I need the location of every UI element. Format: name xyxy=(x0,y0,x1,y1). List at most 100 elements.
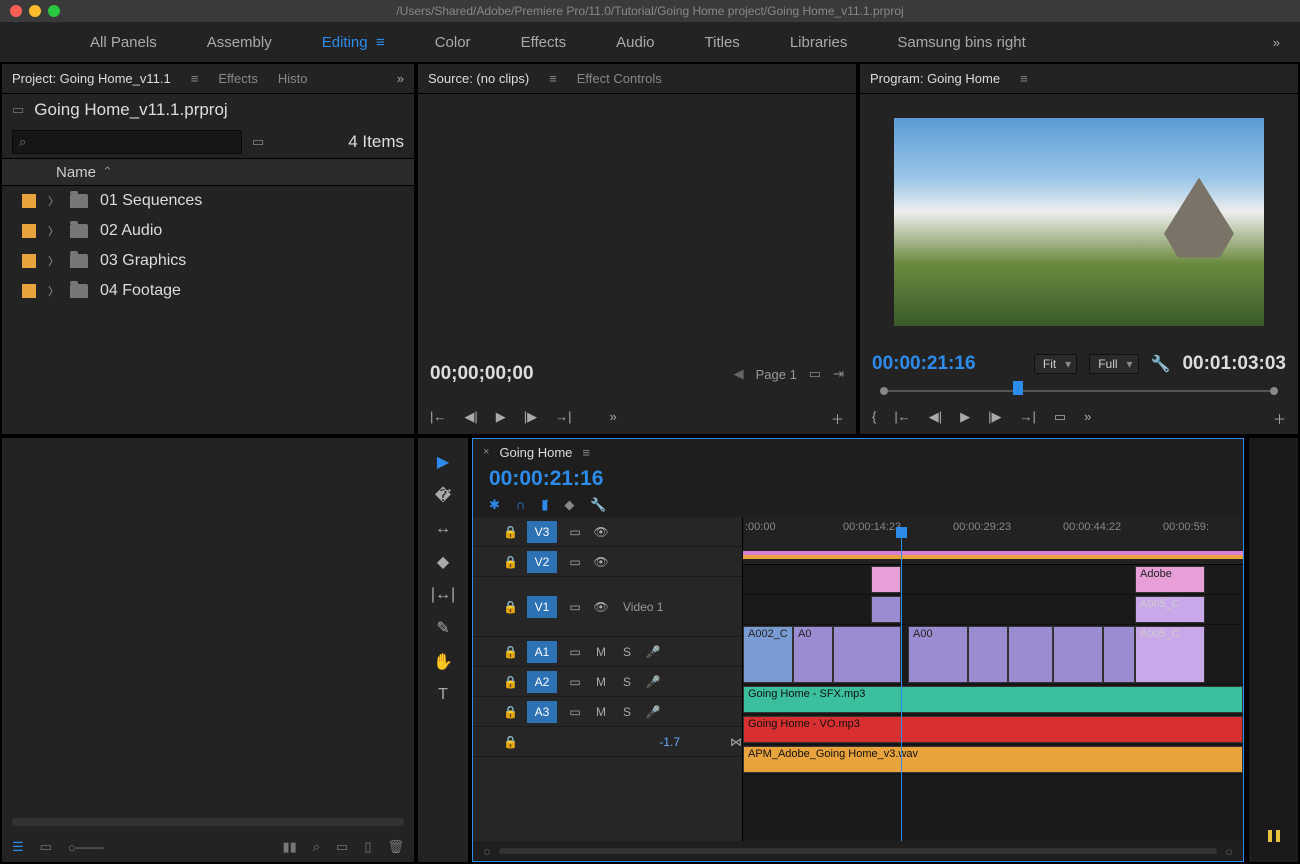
step-back-button[interactable]: ◀| xyxy=(464,409,477,428)
selection-tool[interactable]: ▶ xyxy=(437,452,449,472)
linked-selection-button[interactable]: ∩ xyxy=(516,497,525,513)
lock-icon[interactable]: 🔒 xyxy=(503,735,517,749)
list-view-button[interactable]: ☰ xyxy=(12,839,24,855)
eye-icon[interactable]: 👁 xyxy=(593,600,609,614)
video-track-header[interactable]: 🔒 V1 ▭ 👁 Video 1 xyxy=(473,577,742,637)
column-header-row[interactable]: Name ⌃ xyxy=(2,158,414,186)
workspace-titles[interactable]: Titles xyxy=(705,34,740,51)
track-label[interactable]: A3 xyxy=(527,701,557,723)
timeline-timecode[interactable]: 00:00:21:16 xyxy=(473,465,1243,493)
mic-icon[interactable]: 🎤 xyxy=(645,675,661,689)
tab-overflow-button[interactable]: » xyxy=(397,71,404,86)
more-button[interactable]: » xyxy=(1084,409,1091,428)
step-forward-button[interactable]: |▶ xyxy=(524,409,537,428)
track-lane-a1[interactable]: Going Home - SFX.mp3 xyxy=(743,685,1243,715)
chevron-right-icon[interactable]: 〉 xyxy=(48,283,58,299)
chevron-right-icon[interactable]: 〉 xyxy=(48,223,58,239)
chevron-right-icon[interactable]: 〉 xyxy=(48,193,58,209)
audio-track-header[interactable]: 🔒 A2 ▭ M S 🎤 xyxy=(473,667,742,697)
clip[interactable]: A005_C xyxy=(1135,626,1205,683)
pen-tool[interactable]: ✎ xyxy=(436,618,449,638)
program-timecode-in[interactable]: 00:00:21:16 xyxy=(872,353,976,375)
sort-icon[interactable]: ▮▮ xyxy=(282,839,296,855)
zoom-in-handle[interactable]: ○ xyxy=(1225,844,1233,859)
audio-track-header[interactable]: 🔒 A3 ▭ M S 🎤 xyxy=(473,697,742,727)
effects-tab[interactable]: Effects xyxy=(218,71,258,86)
clip[interactable]: A0 xyxy=(793,626,833,683)
mute-button[interactable]: M xyxy=(593,705,609,719)
bin-row[interactable]: 〉 04 Footage xyxy=(2,276,414,306)
lift-button[interactable]: ▭ xyxy=(1054,409,1066,428)
project-scrollbar[interactable] xyxy=(12,818,404,826)
slip-tool[interactable]: |↔| xyxy=(431,586,455,604)
clip[interactable]: A002_C xyxy=(743,626,793,683)
mic-icon[interactable]: 🎤 xyxy=(645,645,661,659)
lock-icon[interactable]: 🔒 xyxy=(503,555,517,569)
panel-menu-icon[interactable]: ≡ xyxy=(549,71,557,86)
sync-lock-icon[interactable]: ▭ xyxy=(567,645,583,659)
mark-in-button[interactable]: |← xyxy=(430,409,446,428)
settings-icon[interactable]: 🔧 xyxy=(1151,354,1171,374)
panel-menu-icon[interactable]: ≡ xyxy=(191,71,199,86)
workspace-samsung[interactable]: Samsung bins right xyxy=(897,34,1025,51)
clip[interactable]: Going Home - VO.mp3 xyxy=(743,716,1243,743)
clip[interactable]: Adobe xyxy=(1135,566,1205,593)
timeline-tracks[interactable]: :00:00 00:00:14:23 00:00:29:23 00:00:44:… xyxy=(743,517,1243,841)
track-lane-v2[interactable]: A005_C xyxy=(743,595,1243,625)
export-frame-button[interactable]: ＋ xyxy=(1273,409,1286,428)
new-bin-button[interactable]: ▭ xyxy=(336,839,348,855)
workspace-assembly[interactable]: Assembly xyxy=(207,34,272,51)
timeline-settings-icon[interactable]: 🔧 xyxy=(590,497,606,513)
project-tab[interactable]: Project: Going Home_v11.1 xyxy=(12,71,171,86)
bin-row[interactable]: 〉 01 Sequences xyxy=(2,186,414,216)
track-select-tool[interactable]: �⃗ xyxy=(435,486,451,506)
play-button[interactable]: ▶ xyxy=(496,409,506,428)
clip[interactable]: A00 xyxy=(908,626,968,683)
clip[interactable] xyxy=(871,596,901,623)
mark-out-button[interactable]: →| xyxy=(555,409,571,428)
solo-button[interactable]: S xyxy=(619,645,635,659)
timeline-zoom-scrollbar[interactable] xyxy=(499,848,1217,854)
track-lane-a2[interactable]: Going Home - VO.mp3 xyxy=(743,715,1243,745)
trash-button[interactable]: 🗑 xyxy=(387,839,404,855)
marker-icon[interactable]: ◆ xyxy=(564,497,574,513)
clip[interactable]: APM_Adobe_Going Home_v3.wav xyxy=(743,746,1243,773)
clip[interactable]: Going Home - SFX.mp3 xyxy=(743,686,1243,713)
icon-view-button[interactable]: ▭ xyxy=(40,839,52,855)
razor-tool[interactable]: ◆ xyxy=(437,552,449,572)
zoom-slider[interactable]: ○─── xyxy=(68,840,103,855)
bin-row[interactable]: 〉 03 Graphics xyxy=(2,246,414,276)
program-tab[interactable]: Program: Going Home xyxy=(870,71,1000,86)
sync-lock-icon[interactable]: ▭ xyxy=(567,705,583,719)
history-tab[interactable]: Histo xyxy=(278,71,308,86)
chevron-right-icon[interactable]: 〉 xyxy=(48,253,58,269)
name-column[interactable]: Name xyxy=(56,164,96,181)
video-track-header[interactable]: 🔒 V3 ▭ 👁 xyxy=(473,517,742,547)
clip[interactable] xyxy=(1053,626,1103,683)
next-page-button[interactable]: ⇥ xyxy=(833,366,844,382)
zoom-select[interactable]: Fit xyxy=(1034,354,1077,374)
add-button[interactable]: ＋ xyxy=(831,409,844,428)
add-marker-button[interactable]: ▮⃗ xyxy=(541,497,548,513)
sync-lock-icon[interactable]: ▭ xyxy=(567,675,583,689)
mute-button[interactable]: M xyxy=(593,675,609,689)
track-lane-a3[interactable]: APM_Adobe_Going Home_v3.wav xyxy=(743,745,1243,775)
sync-lock-icon[interactable]: ▭ xyxy=(567,600,583,614)
source-tab[interactable]: Source: (no clips) xyxy=(428,71,529,86)
project-search-input[interactable]: ⌕ xyxy=(12,130,242,154)
new-item-button[interactable]: ▯ xyxy=(364,839,371,855)
track-lane-v3[interactable]: Adobe xyxy=(743,565,1243,595)
track-label[interactable]: A1 xyxy=(527,641,557,663)
track-lane-v1[interactable]: A002_C A0 A00 A005_C xyxy=(743,625,1243,685)
prev-page-button[interactable]: ◀ xyxy=(734,366,744,382)
lock-icon[interactable]: 🔒 xyxy=(503,525,517,539)
mark-in-button[interactable]: { xyxy=(872,409,876,428)
track-label[interactable]: V1 xyxy=(527,596,557,618)
track-label[interactable]: A2 xyxy=(527,671,557,693)
bin-row[interactable]: 〉 02 Audio xyxy=(2,216,414,246)
workspace-editing[interactable]: Editing ≡ xyxy=(322,34,385,51)
link-icon[interactable]: ⋈ xyxy=(730,735,742,749)
solo-button[interactable]: S xyxy=(619,705,635,719)
track-label[interactable]: V3 xyxy=(527,521,557,543)
step-forward-button[interactable]: |▶ xyxy=(988,409,1001,428)
